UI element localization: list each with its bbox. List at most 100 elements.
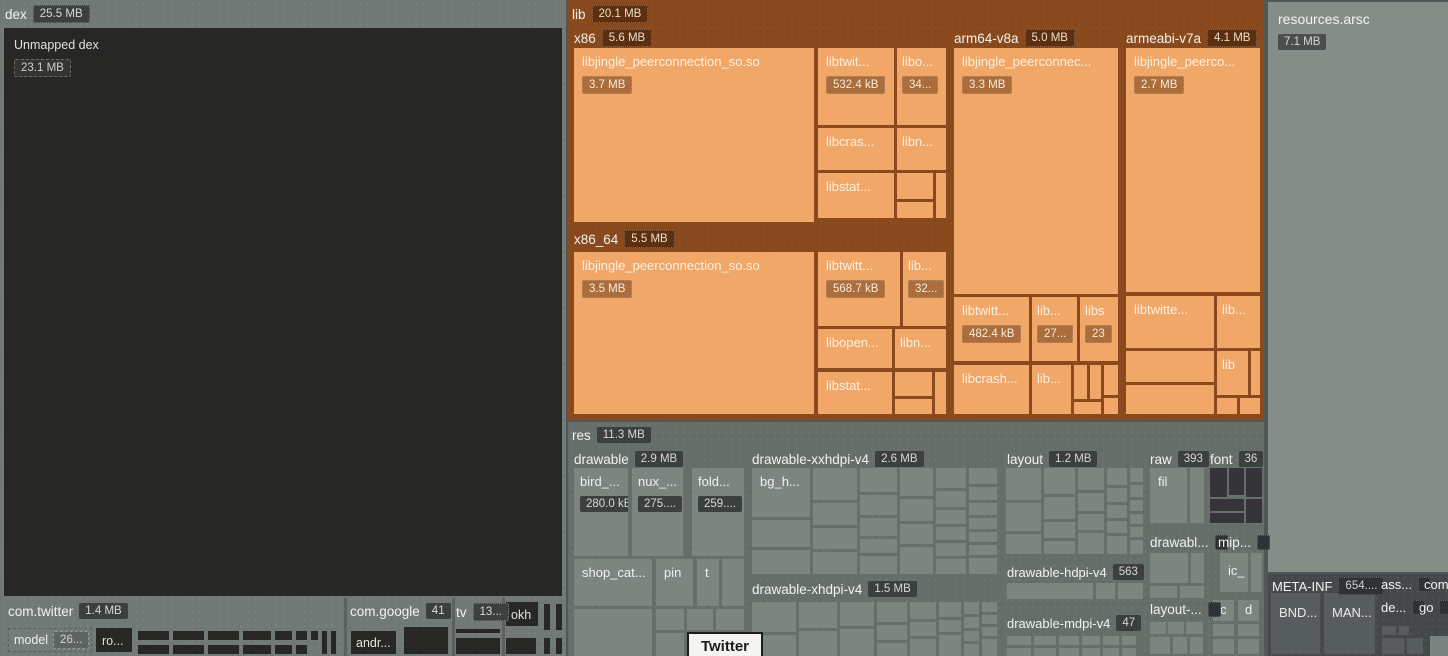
tile[interactable] — [322, 631, 327, 654]
tile[interactable] — [1213, 639, 1234, 654]
tile[interactable] — [1122, 648, 1136, 656]
tile[interactable] — [877, 625, 907, 640]
tile[interactable] — [1104, 398, 1118, 414]
tile[interactable] — [936, 527, 966, 540]
tile[interactable] — [1240, 398, 1260, 414]
tile-libcras-x86[interactable]: libcras... — [818, 128, 894, 170]
tile[interactable] — [1059, 636, 1079, 645]
tile-pin[interactable]: pin — [656, 559, 693, 606]
tile[interactable] — [939, 635, 961, 656]
tile[interactable] — [969, 558, 997, 574]
tile[interactable] — [964, 602, 979, 614]
tile[interactable] — [877, 602, 907, 622]
tile[interactable] — [813, 552, 857, 574]
group-header-com-twitter[interactable]: com.twitter 1.4 MB — [8, 603, 128, 619]
tile[interactable] — [556, 604, 562, 630]
tile[interactable] — [936, 491, 966, 507]
tile[interactable] — [1078, 468, 1104, 490]
tile-model[interactable]: model 26... — [8, 628, 92, 652]
tile[interactable] — [910, 622, 936, 636]
tile-resources-arsc[interactable]: resources.arsc 7.1 MB — [1268, 2, 1448, 572]
tile[interactable] — [840, 602, 874, 626]
tile[interactable] — [1034, 648, 1056, 656]
tile[interactable] — [895, 372, 932, 396]
tile[interactable] — [544, 638, 550, 654]
tile-unmapped-dex[interactable]: Unmapped dex 23.1 MB — [4, 28, 562, 596]
tile[interactable] — [656, 609, 684, 630]
tile[interactable] — [1006, 503, 1041, 531]
group-header-drawable-xxhdpi[interactable]: drawable-xxhdpi-v4 2.6 MB — [752, 451, 924, 467]
tile[interactable] — [1007, 636, 1031, 645]
tile[interactable] — [1191, 553, 1204, 583]
tile[interactable] — [897, 173, 933, 199]
tile[interactable] — [799, 602, 837, 628]
tile[interactable] — [1217, 398, 1237, 414]
tile[interactable] — [1007, 648, 1031, 656]
tile[interactable] — [1078, 514, 1104, 530]
tile[interactable] — [1103, 636, 1119, 645]
tile-libtwitt-arm64[interactable]: libtwitt... 482.4 kB — [954, 297, 1029, 361]
tile[interactable] — [860, 518, 897, 536]
tile[interactable] — [1150, 622, 1166, 634]
tile-font-file[interactable] — [1229, 468, 1244, 495]
tile[interactable] — [895, 399, 932, 414]
tile[interactable] — [969, 468, 997, 484]
tile-libjingle-x86-64[interactable]: libjingle_peerconnection_so.so 3.5 MB — [574, 252, 814, 414]
tile[interactable] — [910, 602, 936, 619]
res-header[interactable]: res 11.3 MB — [572, 427, 651, 443]
tile[interactable] — [939, 620, 961, 632]
tile[interactable] — [1074, 402, 1101, 414]
tile[interactable] — [556, 638, 562, 654]
tile[interactable] — [1150, 586, 1177, 598]
tile[interactable] — [331, 631, 336, 654]
tile[interactable] — [311, 631, 318, 640]
tile[interactable] — [964, 631, 979, 641]
tile[interactable] — [900, 499, 933, 521]
tile-libs-arm64[interactable]: libs 23 — [1080, 297, 1118, 361]
tile[interactable] — [1122, 636, 1136, 645]
tile[interactable] — [877, 643, 907, 656]
tile[interactable] — [456, 638, 500, 654]
tile[interactable] — [1130, 500, 1143, 511]
tile[interactable] — [1007, 583, 1093, 599]
tile-d[interactable]: d — [1238, 600, 1259, 621]
tile[interactable] — [275, 631, 292, 640]
group-header-drawable-hdpi[interactable]: drawable-hdpi-v4 563 — [1007, 564, 1144, 580]
tile[interactable] — [1213, 624, 1234, 636]
tile[interactable] — [813, 468, 857, 500]
group-header-layout[interactable]: layout 1.2 MB — [1007, 451, 1097, 467]
tile[interactable] — [935, 372, 946, 414]
tile[interactable] — [1180, 586, 1204, 598]
group-header-com-root[interactable]: com — [1424, 577, 1448, 592]
tile[interactable] — [1044, 468, 1075, 494]
tile-font-file[interactable] — [1210, 468, 1227, 497]
tile-lib32-x86-64[interactable]: lib... 32... — [903, 252, 946, 326]
tile[interactable] — [982, 602, 997, 612]
tile[interactable] — [1074, 365, 1087, 399]
group-header-x86[interactable]: x86 5.6 MB — [574, 29, 652, 47]
tile[interactable] — [910, 639, 936, 656]
tile-man[interactable]: MAN... — [1324, 593, 1375, 654]
tile[interactable] — [1078, 533, 1104, 554]
group-header-layout-other[interactable]: layout-... — [1150, 602, 1221, 617]
tile[interactable] — [860, 539, 897, 553]
group-header-drawable-xhdpi[interactable]: drawable-xhdpi-v4 1.5 MB — [752, 581, 917, 597]
tile[interactable] — [1103, 648, 1119, 656]
tile[interactable] — [138, 645, 169, 654]
tile[interactable] — [964, 617, 979, 628]
tile[interactable] — [1238, 624, 1259, 636]
tile-lib2-arm64[interactable]: lib... — [1032, 365, 1071, 414]
tile-font-file[interactable] — [1210, 499, 1244, 511]
tile[interactable] — [1090, 365, 1101, 399]
tile[interactable] — [1118, 583, 1143, 599]
tile[interactable] — [208, 645, 239, 654]
tile[interactable] — [813, 503, 857, 525]
tile[interactable] — [752, 602, 796, 632]
tile[interactable] — [1190, 637, 1203, 654]
dex-header[interactable]: dex 25.5 MB — [5, 5, 90, 23]
tile[interactable] — [1107, 536, 1127, 554]
group-header-mipmap[interactable]: mip... — [1218, 535, 1270, 550]
tile-fold[interactable]: fold... 259.... — [692, 468, 744, 556]
tile[interactable] — [1173, 637, 1187, 654]
tile-ic[interactable]: ic_ — [1220, 553, 1248, 592]
